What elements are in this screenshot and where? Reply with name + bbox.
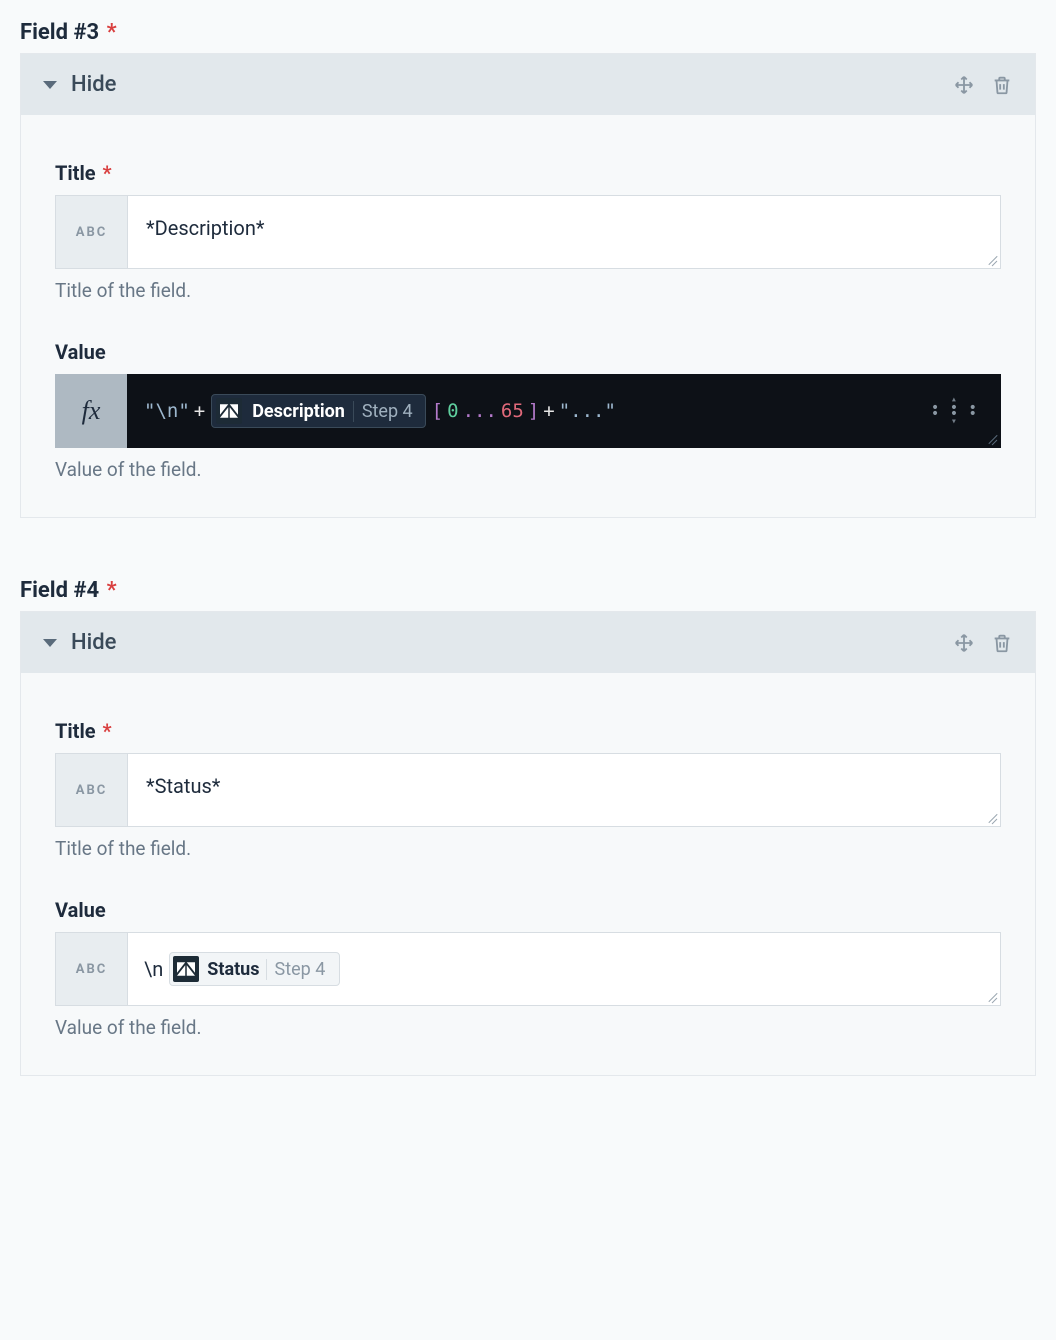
required-indicator: * — [107, 20, 117, 45]
resize-handle-icon[interactable] — [985, 811, 997, 823]
required-indicator: * — [103, 719, 112, 743]
string-token: "..." — [559, 400, 616, 422]
value-label: Value — [55, 898, 1001, 922]
value-help-text: Value of the field. — [55, 1016, 1001, 1039]
panel-toolbar: Hide — [21, 54, 1035, 115]
caret-down-icon — [43, 639, 57, 647]
pill-name: Description — [250, 401, 353, 422]
field-block-3: Field #3 * Hide — [20, 20, 1036, 518]
value-help-text: Value of the field. — [55, 458, 1001, 481]
panel-body: Title * ABC *Description* Title of the f… — [21, 115, 1035, 517]
reorder-handle-icon[interactable]: ▴ • • •• • • ▾ — [931, 395, 984, 427]
move-handle-icon[interactable] — [953, 74, 975, 96]
operator-token: + — [194, 400, 205, 422]
collapse-label: Hide — [71, 72, 116, 97]
title-help-text: Title of the field. — [55, 279, 1001, 302]
field-header-text: Field #3 — [20, 20, 99, 45]
panel-toolbar: Hide — [21, 612, 1035, 673]
formula-content: "\n" + Description Step 4 [ 0 ... 65 — [144, 394, 616, 428]
type-badge-abc: ABC — [55, 753, 127, 827]
trash-icon[interactable] — [991, 74, 1013, 96]
resize-handle-icon[interactable] — [985, 990, 997, 1002]
field-header: Field #4 * — [20, 578, 1036, 603]
field-panel: Hide Title * — [20, 53, 1036, 518]
collapse-toggle[interactable]: Hide — [43, 630, 116, 655]
collapse-toggle[interactable]: Hide — [43, 72, 116, 97]
field-header-text: Field #4 — [20, 578, 99, 603]
resize-handle-icon[interactable] — [985, 253, 997, 265]
caret-down-icon — [43, 81, 57, 89]
title-input[interactable]: *Status* — [127, 753, 1001, 827]
field-panel: Hide Title * — [20, 611, 1036, 1076]
operator-token: + — [543, 400, 554, 422]
type-badge-fx: fx — [55, 374, 127, 448]
bracket-token: ] — [528, 400, 539, 422]
value-input[interactable]: \n Status Step 4 — [127, 932, 1001, 1006]
datapill-description[interactable]: Description Step 4 — [211, 394, 425, 428]
pill-name: Status — [207, 959, 265, 980]
resize-handle-icon[interactable] — [985, 432, 997, 444]
dots-token: ... — [463, 400, 497, 422]
title-input[interactable]: *Description* — [127, 195, 1001, 269]
formula-input[interactable]: "\n" + Description Step 4 [ 0 ... 65 — [127, 374, 1001, 448]
title-label: Title * — [55, 719, 1001, 743]
title-input-row: ABC *Status* — [55, 753, 1001, 827]
field-header: Field #3 * — [20, 20, 1036, 45]
number-token: 0 — [447, 400, 458, 422]
move-handle-icon[interactable] — [953, 632, 975, 654]
title-help-text: Title of the field. — [55, 837, 1001, 860]
pill-step: Step 4 — [353, 401, 421, 422]
type-badge-abc: ABC — [55, 932, 127, 1006]
trash-icon[interactable] — [991, 632, 1013, 654]
field-block-4: Field #4 * Hide — [20, 578, 1036, 1076]
type-badge-abc: ABC — [55, 195, 127, 269]
literal-text: \n — [144, 957, 163, 981]
pill-step: Step 4 — [266, 959, 334, 980]
zendesk-icon — [216, 398, 242, 424]
required-indicator: * — [107, 578, 117, 603]
value-input-row: fx "\n" + Description Step 4 [ — [55, 374, 1001, 448]
string-token: "\n" — [144, 400, 190, 422]
zendesk-icon — [173, 956, 199, 982]
number-token: 65 — [501, 400, 524, 422]
value-input-row: ABC \n Status Step 4 — [55, 932, 1001, 1006]
title-input-row: ABC *Description* — [55, 195, 1001, 269]
value-label: Value — [55, 340, 1001, 364]
collapse-label: Hide — [71, 630, 116, 655]
datapill-status[interactable]: Status Step 4 — [169, 952, 340, 986]
panel-body: Title * ABC *Status* Title of the field.… — [21, 673, 1035, 1075]
required-indicator: * — [103, 161, 112, 185]
bracket-token: [ — [432, 400, 443, 422]
title-label: Title * — [55, 161, 1001, 185]
